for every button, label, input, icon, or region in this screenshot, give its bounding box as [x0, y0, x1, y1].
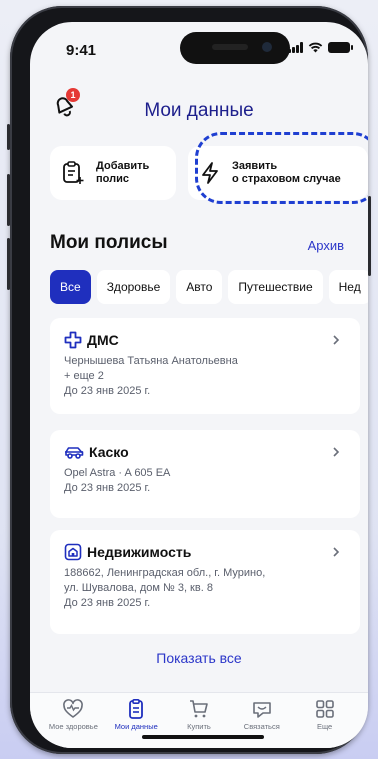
policy-expiry: До 23 янв 2025 г. — [64, 385, 151, 397]
house-icon — [64, 543, 82, 561]
volume-down-button — [7, 238, 10, 290]
filter-chip-auto[interactable]: Авто — [176, 270, 223, 304]
policy-card-title: Каско — [64, 442, 346, 462]
tab-buy[interactable]: Купить — [168, 699, 230, 748]
cellular-signal-icon — [288, 42, 303, 53]
policy-card-title: ДМС — [64, 330, 346, 350]
policy-expiry: До 23 янв 2025 г. — [64, 482, 151, 494]
volume-up-button — [7, 174, 10, 226]
mute-switch — [7, 124, 10, 150]
filter-chip-travel[interactable]: Путешествие — [228, 270, 323, 304]
app-screen: 9:41 1 Мои данные Добавить полис Заявить… — [30, 22, 368, 748]
archive-link[interactable]: Архив — [308, 238, 344, 253]
bottom-tab-bar: Мое здоровье Мои данные Купить Связаться… — [30, 692, 368, 748]
tab-label: Еще — [316, 722, 333, 731]
section-title: Мои полисы — [50, 232, 168, 253]
show-all-link[interactable]: Показать все — [30, 650, 368, 666]
policy-card-casco[interactable]: Каско Opel Astra · A 605 EA До 23 янв 20… — [50, 430, 360, 518]
grid-icon — [315, 700, 334, 718]
filter-chip-realty[interactable]: Нед — [328, 270, 368, 304]
phone-frame: 9:41 1 Мои данные Добавить полис Заявить… — [7, 6, 371, 754]
add-policy-button[interactable]: Добавить полис — [50, 146, 176, 200]
tab-label: Мои данные — [114, 722, 158, 731]
add-document-icon — [63, 161, 84, 184]
policy-address-1: 188662, Ленинградская обл., г. Мурино, — [64, 567, 266, 579]
policy-address-2: ул. Шувалова, дом № 3, кв. 8 — [64, 582, 213, 594]
policy-title-text: ДМС — [87, 332, 119, 348]
filter-chip-health[interactable]: Здоровье — [96, 270, 171, 304]
chevron-right-icon — [333, 447, 340, 457]
policy-expiry: До 23 янв 2025 г. — [64, 597, 151, 609]
status-bar: 9:41 — [30, 22, 368, 68]
policy-vehicle: Opel Astra · A 605 EA — [64, 467, 171, 479]
tab-label: Связаться — [243, 722, 280, 731]
policy-card-realty[interactable]: Недвижимость 188662, Ленинградская обл.,… — [50, 530, 360, 634]
status-time: 9:41 — [66, 42, 97, 59]
tab-more[interactable]: Еще — [294, 699, 356, 748]
tab-my-health[interactable]: Мое здоровье — [42, 699, 104, 748]
heart-icon — [63, 699, 84, 718]
tab-label: Мое здоровье — [48, 722, 98, 731]
chat-icon — [252, 702, 271, 718]
status-icons — [288, 42, 353, 53]
tab-my-data[interactable]: Мои данные — [105, 699, 167, 748]
policy-title-text: Недвижимость — [87, 544, 192, 560]
car-icon — [65, 447, 84, 459]
chevron-right-icon — [333, 335, 340, 345]
cart-icon — [189, 700, 208, 718]
tab-label: Купить — [187, 722, 211, 731]
policy-card-dms[interactable]: ДМС Чернышева Татьяна Анатольевна + еще … — [50, 318, 360, 414]
home-indicator[interactable] — [142, 735, 264, 739]
battery-icon — [328, 42, 353, 53]
dynamic-island — [180, 32, 290, 64]
clipboard-icon — [129, 699, 144, 719]
chevron-right-icon — [333, 547, 340, 557]
filter-chips: Все Здоровье Авто Путешествие Нед — [50, 270, 368, 304]
policy-card-title: Недвижимость — [64, 542, 346, 562]
policy-title-text: Каско — [89, 444, 129, 460]
policy-extra: + еще 2 — [64, 370, 104, 382]
filter-chip-all[interactable]: Все — [50, 270, 91, 304]
app-header: 1 Мои данные — [30, 82, 368, 122]
highlight-outline — [195, 132, 368, 204]
page-title: Мои данные — [144, 100, 254, 121]
tab-contact[interactable]: Связаться — [231, 699, 293, 748]
medical-cross-icon — [64, 331, 82, 349]
policy-holder: Чернышева Татьяна Анатольевна — [64, 355, 238, 367]
power-button — [368, 196, 371, 276]
add-policy-label: Добавить полис — [96, 160, 150, 185]
wifi-icon — [308, 42, 323, 53]
